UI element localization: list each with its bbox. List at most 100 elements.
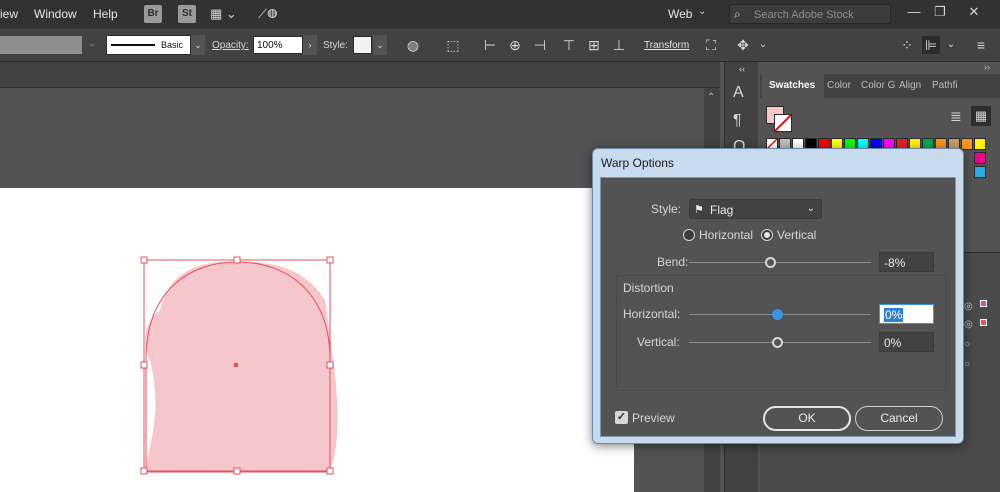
align-left-icon[interactable]: ⊢: [481, 36, 499, 54]
isolate-group-icon[interactable]: ⛶: [702, 36, 720, 54]
stock-search-input[interactable]: ⌕ Search Adobe Stock: [729, 4, 891, 24]
tab-align[interactable]: Align: [899, 80, 921, 91]
vertical-radio-label[interactable]: Vertical: [777, 228, 816, 242]
align-right-icon[interactable]: ⊣: [531, 36, 549, 54]
bend-slider-track[interactable]: [689, 262, 871, 263]
target-icon[interactable]: ◎: [964, 319, 973, 330]
scroll-up-icon[interactable]: ⌃: [707, 92, 715, 103]
menu-view[interactable]: iew: [0, 7, 18, 21]
opacity-input[interactable]: 100%: [253, 36, 303, 54]
arrange-documents-icon[interactable]: ▦ ⌄: [210, 6, 237, 22]
character-panel-icon[interactable]: A: [733, 84, 744, 102]
warp-options-dialog: Warp Options Style: ⚑ Flag ⌄ Horizontal …: [592, 148, 964, 444]
selection-handle[interactable]: [326, 467, 334, 475]
stroke-line-preview: [111, 44, 155, 46]
align-top-icon[interactable]: ⊤: [560, 36, 578, 54]
tab-swatches[interactable]: Swatches: [769, 80, 815, 91]
restore-button[interactable]: ❐: [926, 4, 954, 24]
arrange-icon[interactable]: ⁘: [898, 36, 916, 54]
opacity-arrow-button[interactable]: ›: [303, 35, 317, 55]
panel-menu-icon[interactable]: ⊫: [922, 36, 940, 54]
distortion-label: Distortion: [623, 281, 674, 295]
tab-pathfinder[interactable]: Pathfi: [932, 80, 958, 91]
list-view-icon[interactable]: ≣: [950, 108, 962, 125]
chevron-down-icon[interactable]: ⌄: [88, 38, 96, 49]
selection-handle[interactable]: [140, 467, 148, 475]
selection-handle[interactable]: [233, 256, 241, 264]
ok-button[interactable]: OK: [763, 406, 851, 431]
selected-art-indicator[interactable]: [980, 319, 987, 326]
align-bottom-icon[interactable]: ⊥: [610, 36, 628, 54]
distortion-vertical-input[interactable]: 0%: [879, 332, 934, 352]
graphic-style-swatch[interactable]: [353, 36, 372, 54]
opacity-label[interactable]: Opacity:: [212, 40, 249, 51]
chevron-down-icon[interactable]: ⌄: [942, 36, 960, 54]
stroke-profile[interactable]: Basic: [106, 35, 191, 55]
swatch-chip-orange[interactable]: [961, 138, 973, 150]
stock-icon[interactable]: St: [178, 5, 196, 23]
artwork-canvas[interactable]: [130, 250, 350, 485]
bend-label: Bend:: [657, 255, 689, 269]
tab-color-guide[interactable]: Color G: [861, 80, 895, 91]
stroke-color-swatch[interactable]: [774, 114, 792, 132]
horizontal-radio[interactable]: [683, 229, 695, 241]
bend-slider-knob[interactable]: [765, 257, 776, 268]
bend-input[interactable]: -8%: [879, 252, 934, 272]
align-to-icon[interactable]: ⬚: [444, 36, 462, 54]
align-middle-icon[interactable]: ⊞: [585, 36, 603, 54]
tab-color[interactable]: Color: [827, 80, 851, 91]
menu-window[interactable]: Window: [34, 7, 77, 21]
expand-panels-icon[interactable]: ‹‹: [739, 64, 745, 74]
recolor-artwork-icon[interactable]: ◍: [404, 36, 422, 54]
selection-handle[interactable]: [140, 361, 148, 369]
puppet-warp-icon[interactable]: ✥: [734, 36, 752, 54]
selection-handle[interactable]: [326, 361, 334, 369]
flag-icon: ⚑: [694, 204, 704, 216]
panel-tabs: Swatches Color Color G Align Pathfi: [760, 74, 1000, 98]
stroke-dropdown-button[interactable]: ⌄: [191, 35, 205, 55]
warped-shape[interactable]: [144, 261, 338, 472]
distortion-vertical-knob[interactable]: [772, 337, 783, 348]
chevron-down-icon[interactable]: ⌄: [698, 6, 706, 17]
fill-swatch[interactable]: [0, 36, 82, 54]
style-dropdown-button[interactable]: ⌄: [373, 35, 387, 55]
selection-handle[interactable]: [326, 256, 334, 264]
chevron-down-icon: ⌄: [806, 203, 815, 214]
none-swatch-icon: [774, 114, 792, 132]
align-center-icon[interactable]: ⊕: [506, 36, 524, 54]
chevron-down-icon[interactable]: ⌄: [754, 36, 772, 54]
menu-help[interactable]: Help: [93, 7, 118, 21]
target-icon[interactable]: ◎: [964, 301, 973, 312]
hamburger-menu-icon[interactable]: ≡: [972, 36, 990, 54]
thumbnail-view-icon[interactable]: ▦: [971, 106, 991, 126]
selection-handle[interactable]: [140, 256, 148, 264]
target-icon[interactable]: ○: [964, 359, 970, 370]
style-label: Style:: [323, 40, 349, 51]
distortion-horizontal-input[interactable]: 0%: [879, 304, 934, 324]
document-tab-strip: [0, 62, 720, 88]
swatch-chip-magenta[interactable]: [974, 152, 986, 164]
vertical-radio[interactable]: [761, 229, 773, 241]
center-point: [234, 363, 238, 367]
minimize-button[interactable]: —: [900, 4, 928, 24]
transform-link[interactable]: Transform: [644, 40, 689, 51]
paragraph-panel-icon[interactable]: ¶: [733, 112, 742, 130]
collapse-panel-icon[interactable]: ››: [984, 62, 990, 72]
swatch-chip-yellow[interactable]: [974, 138, 986, 150]
preview-label[interactable]: Preview: [632, 411, 675, 425]
bridge-icon[interactable]: Br: [144, 5, 162, 23]
distortion-horizontal-knob[interactable]: [772, 309, 783, 320]
swatch-chip-blue[interactable]: [974, 166, 986, 178]
preview-checkbox[interactable]: ✓: [615, 411, 628, 424]
horizontal-radio-label[interactable]: Horizontal: [699, 228, 753, 242]
cancel-button[interactable]: Cancel: [855, 406, 943, 431]
selected-art-indicator[interactable]: [980, 300, 987, 307]
warp-style-select[interactable]: ⚑ Flag ⌄: [689, 199, 822, 219]
search-icon: ⌕: [734, 7, 741, 21]
gpu-performance-icon[interactable]: ⟋◍: [258, 6, 278, 22]
warp-style-value: Flag: [710, 203, 734, 217]
workspace-switcher[interactable]: Web: [668, 7, 692, 21]
close-button[interactable]: ✕: [960, 4, 988, 24]
selection-handle[interactable]: [233, 467, 241, 475]
target-icon[interactable]: ○: [964, 339, 970, 350]
